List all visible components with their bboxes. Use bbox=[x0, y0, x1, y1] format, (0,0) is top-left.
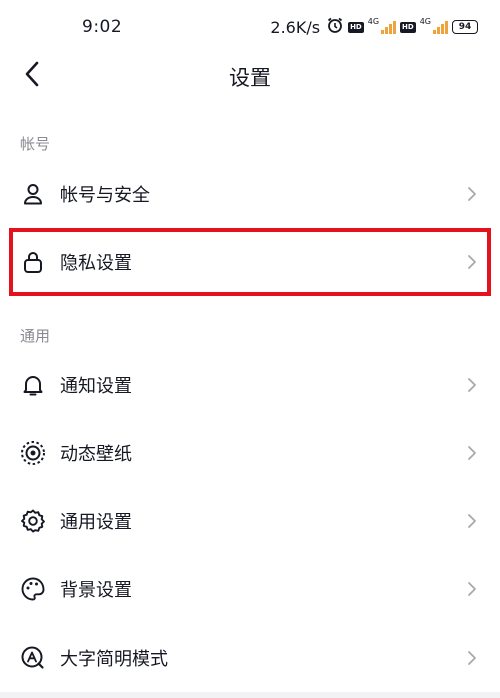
row-label-general: 通用设置 bbox=[60, 512, 132, 533]
hd-badge-2: HD bbox=[400, 21, 416, 33]
page-title: 设置 bbox=[229, 66, 271, 90]
nav-bar: 设置 bbox=[0, 56, 500, 96]
chevron-right-icon bbox=[462, 375, 482, 395]
alarm-icon bbox=[326, 16, 344, 38]
signal-icon bbox=[381, 20, 397, 34]
hd-badge: HD bbox=[348, 21, 364, 33]
chevron-right-icon bbox=[462, 579, 482, 599]
live-wallpaper-icon bbox=[18, 438, 48, 468]
section-label-general: 通用 bbox=[20, 327, 51, 345]
row-label-notification: 通知设置 bbox=[60, 376, 132, 397]
row-account-security[interactable]: 帐号与安全 bbox=[0, 162, 500, 226]
row-label-wallpaper: 动态壁纸 bbox=[60, 444, 132, 465]
row-wallpaper[interactable]: 动态壁纸 bbox=[0, 421, 500, 485]
row-label-account-security: 帐号与安全 bbox=[60, 185, 150, 206]
chevron-right-icon bbox=[462, 511, 482, 531]
status-bar: 9:02 2.6K/s HD 4G HD 4G 94 bbox=[0, 0, 500, 56]
network-speed: 2.6K/s bbox=[270, 17, 321, 37]
battery-icon: 94 bbox=[452, 20, 478, 34]
network-type: 4G bbox=[367, 16, 380, 26]
large-text-icon bbox=[18, 643, 48, 673]
status-time: 9:02 bbox=[82, 17, 123, 37]
battery-level: 94 bbox=[458, 22, 472, 32]
bell-icon bbox=[18, 370, 48, 400]
row-large-text[interactable]: 大字简明模式 bbox=[0, 626, 500, 690]
user-icon bbox=[18, 179, 48, 209]
gear-icon bbox=[18, 506, 48, 536]
row-label-large-text: 大字简明模式 bbox=[60, 649, 168, 670]
network-type-2: 4G bbox=[419, 16, 431, 26]
chevron-right-icon bbox=[462, 648, 482, 668]
signal-icon-2 bbox=[433, 20, 448, 34]
chevron-right-icon bbox=[462, 443, 482, 463]
chevron-right-icon bbox=[462, 184, 482, 204]
row-notification[interactable]: 通知设置 bbox=[0, 353, 500, 417]
row-label-background: 背景设置 bbox=[60, 580, 132, 601]
section-label-account: 帐号 bbox=[20, 135, 51, 153]
status-indicators: 2.6K/s HD 4G HD 4G 94 bbox=[270, 16, 478, 38]
section-divider bbox=[0, 692, 500, 698]
row-general[interactable]: 通用设置 bbox=[0, 489, 500, 553]
palette-icon bbox=[18, 574, 48, 604]
highlight-box bbox=[9, 228, 491, 296]
row-background[interactable]: 背景设置 bbox=[0, 557, 500, 621]
